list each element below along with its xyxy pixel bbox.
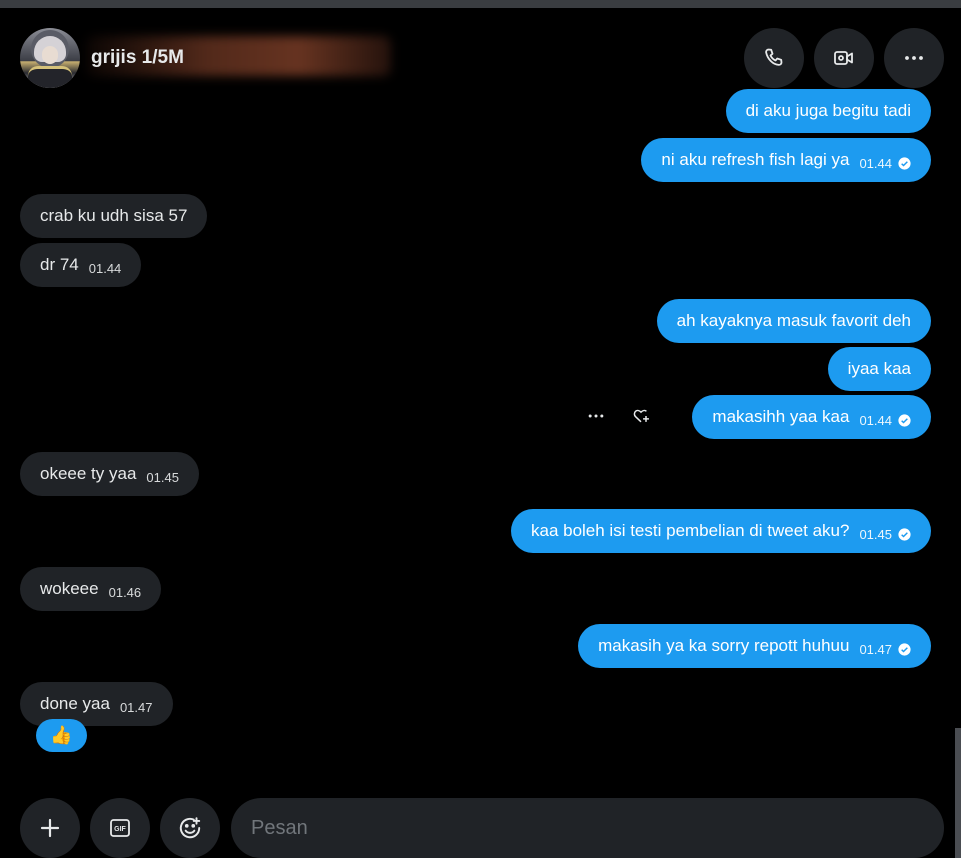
message-time: 01.45: [859, 526, 892, 542]
add-reaction-button[interactable]: [630, 405, 652, 427]
read-check-icon: [898, 413, 911, 427]
video-camera-icon: [834, 51, 853, 65]
message-text: makasih ya ka sorry repott huhuu: [598, 636, 850, 655]
read-check-icon: [898, 156, 911, 170]
read-check-icon: [898, 527, 911, 541]
message-text: dr 74: [40, 255, 79, 274]
message-input[interactable]: [231, 798, 944, 858]
message-time: 01.44: [859, 155, 892, 171]
gif-icon: GIF: [110, 819, 130, 837]
svg-text:GIF: GIF: [114, 826, 126, 833]
phone-icon: [765, 48, 783, 66]
message-text: makasihh yaa kaa: [712, 407, 850, 426]
scrollbar[interactable]: [955, 728, 961, 858]
message-text: ni aku refresh fish lagi ya: [661, 150, 850, 169]
avatar[interactable]: [20, 28, 80, 88]
message-more-button[interactable]: [585, 405, 607, 427]
thumbs-up-icon: 👍: [50, 725, 73, 745]
gif-button[interactable]: GIF: [90, 798, 150, 858]
read-check-icon: [898, 642, 911, 656]
window-top-bar: [0, 0, 961, 8]
message-time: 01.47: [119, 699, 153, 715]
emoji-icon: [179, 817, 201, 839]
message-incoming[interactable]: wokeee 01.46: [20, 567, 162, 611]
message-outgoing[interactable]: di aku juga begitu tadi: [725, 89, 931, 133]
message-text: wokeee: [40, 579, 99, 598]
message-time: 01.44: [859, 412, 892, 428]
message-outgoing[interactable]: kaa boleh isi testi pembelian di tweet a…: [510, 509, 931, 553]
message-incoming[interactable]: dr 74 01.44: [20, 243, 142, 287]
message-outgoing[interactable]: makasih ya ka sorry repott huhuu 01.47: [578, 624, 931, 668]
more-horizontal-icon: [588, 414, 604, 418]
heart-plus-icon: [633, 409, 649, 423]
message-incoming[interactable]: okeee ty yaa 01.45: [20, 452, 199, 496]
message-text: done yaa: [40, 694, 110, 713]
more-button[interactable]: [884, 28, 944, 88]
emoji-button[interactable]: [160, 798, 220, 858]
message-outgoing[interactable]: ni aku refresh fish lagi ya 01.44: [641, 138, 931, 182]
message-outgoing[interactable]: makasihh yaa kaa 01.44: [692, 395, 931, 439]
message-incoming[interactable]: done yaa 01.47: [20, 682, 173, 726]
conversation-username[interactable]: grijis 1/5M: [91, 47, 184, 69]
message-text: ah kayaknya masuk favorit deh: [676, 311, 911, 330]
reaction-badge[interactable]: 👍: [36, 719, 87, 752]
video-button[interactable]: [814, 28, 874, 88]
add-media-button[interactable]: [20, 798, 80, 858]
message-time: 01.45: [146, 469, 179, 485]
message-time: 01.46: [108, 584, 142, 600]
message-time: 01.44: [88, 260, 122, 276]
message-text: di aku juga begitu tadi: [745, 101, 911, 120]
more-horizontal-icon: [905, 56, 923, 60]
message-time: 01.47: [859, 641, 892, 657]
call-button[interactable]: [744, 28, 804, 88]
message-incoming[interactable]: crab ku udh sisa 57: [20, 194, 208, 238]
message-outgoing[interactable]: ah kayaknya masuk favorit deh: [656, 299, 931, 343]
message-text: iyaa kaa: [847, 359, 911, 378]
message-text: crab ku udh sisa 57: [40, 206, 188, 225]
plus-icon: [40, 818, 60, 838]
message-text: kaa boleh isi testi pembelian di tweet a…: [530, 521, 850, 540]
message-outgoing[interactable]: iyaa kaa: [827, 347, 931, 391]
message-text: okeee ty yaa: [40, 464, 137, 483]
